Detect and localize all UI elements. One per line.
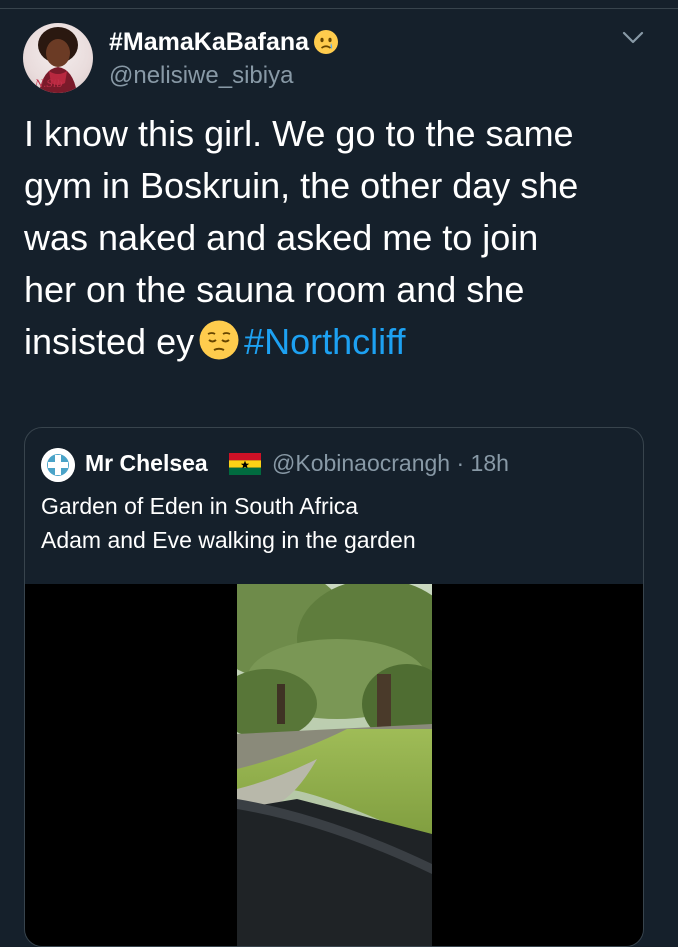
crying-face-icon [314, 30, 339, 54]
tweet-body-line: was naked and asked me to join [24, 217, 539, 258]
chevron-down-icon[interactable] [618, 26, 648, 50]
user-handle[interactable]: @nelisiwe_sibiya [109, 62, 293, 90]
pensive-face-icon [199, 320, 239, 360]
tweet-body-line: I know this girl. We go to the same [24, 113, 574, 154]
garden-video-thumbnail-icon [237, 584, 432, 946]
quoted-video-media[interactable] [25, 584, 643, 946]
user-avatar[interactable]: N.Sib [23, 23, 93, 93]
ghana-flag-icon [229, 453, 261, 475]
quoted-tweet-card[interactable]: Mr Chelsea @Kobinaocrangh · 18h Garden o… [24, 427, 644, 947]
quoted-text-line: Garden of Eden in South Africa [41, 493, 359, 519]
quoted-user-avatar[interactable] [41, 448, 75, 482]
quoted-display-name[interactable]: Mr Chelsea [85, 449, 208, 477]
tweet-body-line: her on the sauna room and she [24, 269, 525, 310]
tweet: N.Sib #MamaKaBafana @nelisiwe_sibiya I k… [0, 0, 678, 947]
svg-text:N.Sib: N.Sib [34, 79, 63, 90]
tweet-body-line: insisted ey [24, 321, 195, 362]
display-name[interactable]: #MamaKaBafana [109, 27, 339, 57]
quoted-handle-time[interactable]: @Kobinaocrangh · 18h [272, 449, 509, 477]
avatar-image-icon: N.Sib [34, 27, 78, 93]
tweet-body: I know this girl. We go to the same gym … [24, 108, 664, 368]
quoted-tweet-text: Garden of Eden in South Africa Adam and … [41, 489, 631, 557]
display-name-text[interactable]: #MamaKaBafana [109, 28, 309, 56]
tweet-body-line-last: insisted ey #Northcliff [24, 316, 664, 368]
tweet-body-line: gym in Boskruin, the other day she [24, 165, 579, 206]
quoted-text-line: Adam and Eve walking in the garden [41, 527, 416, 553]
hashtag-link[interactable]: #Northcliff [244, 321, 405, 362]
